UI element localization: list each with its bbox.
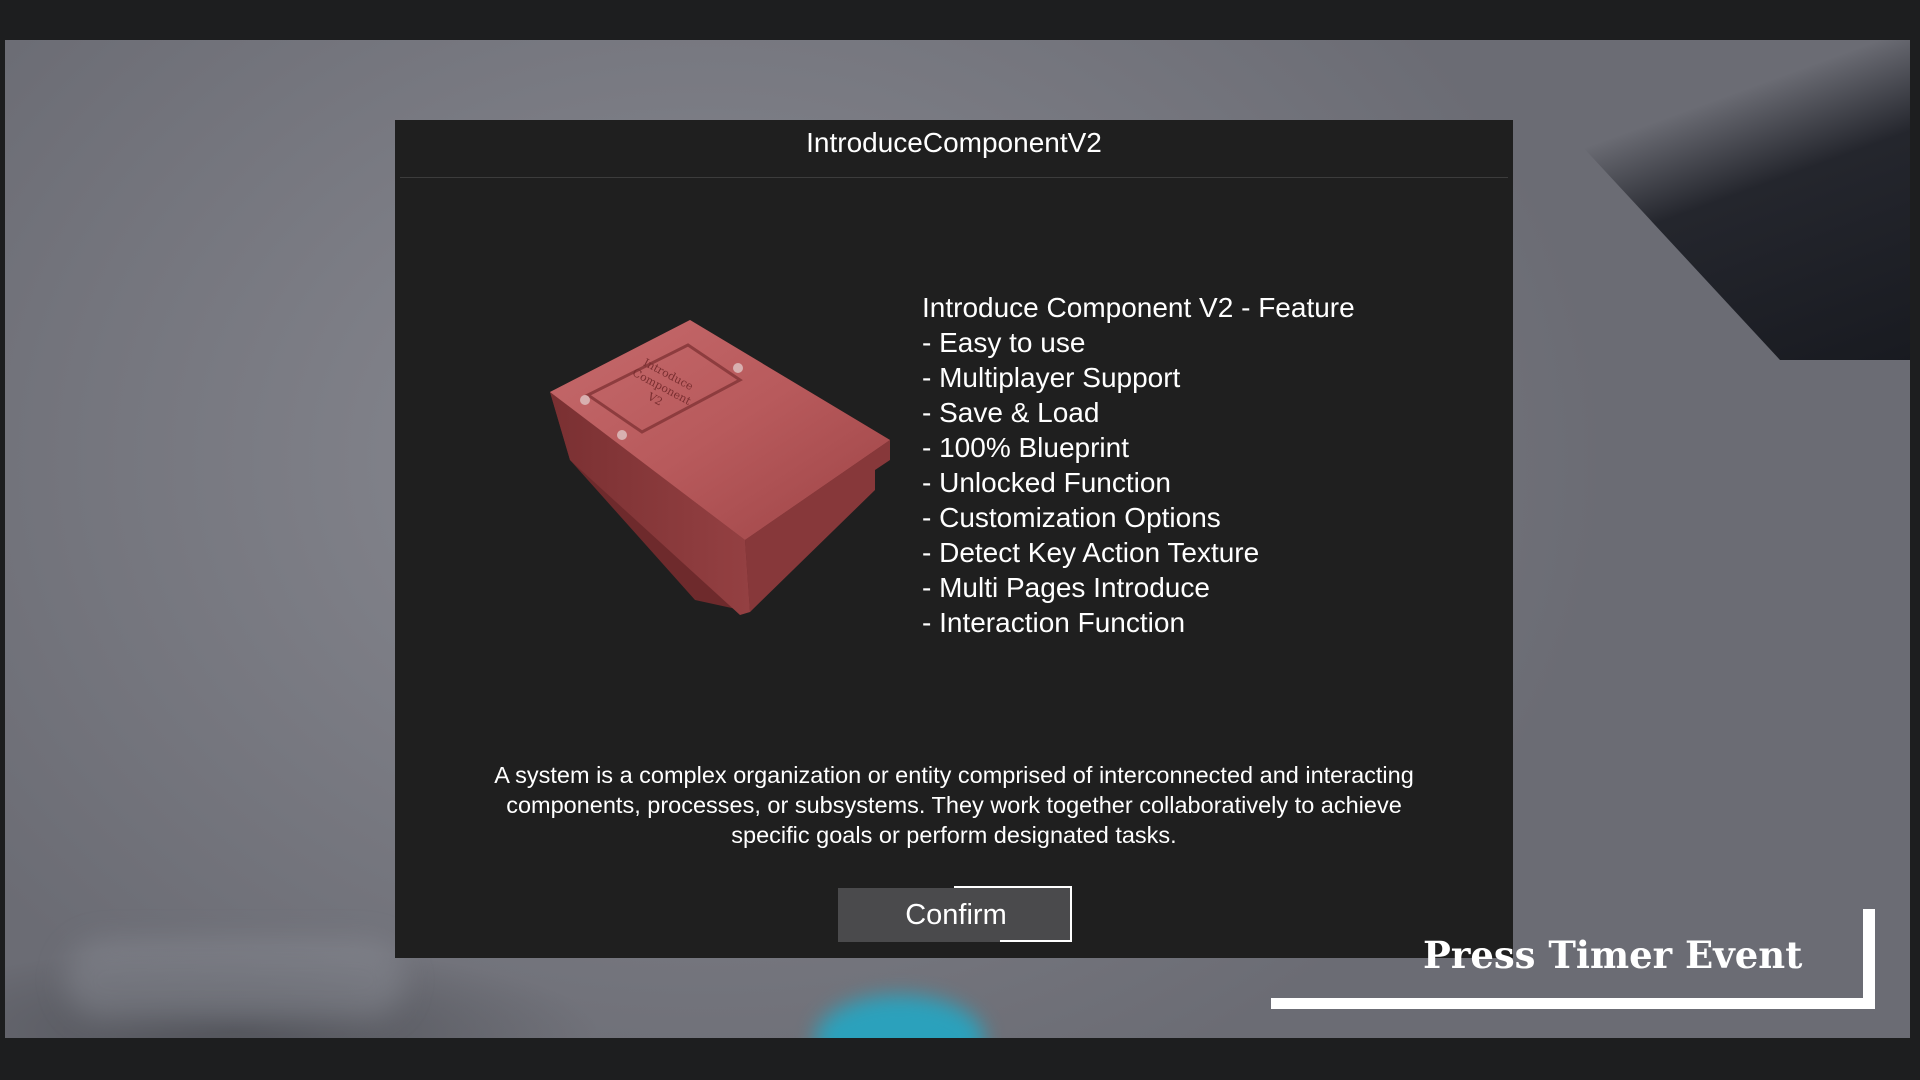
feature-item: - Unlocked Function [922,467,1172,498]
feature-item: - Multiplayer Support [922,362,1181,393]
feature-item: - Interaction Function [922,607,1186,638]
feature-item: - Detect Key Action Texture [922,537,1260,568]
feature-list: Introduce Component V2 - Feature - Easy … [922,290,1355,640]
feature-item: - Multi Pages Introduce [922,572,1210,603]
book-icon: Introduce Component V2 [550,320,890,615]
feature-item: - 100% Blueprint [922,432,1130,463]
confirm-button[interactable]: Confirm [838,888,1070,942]
dialog-title: IntroduceComponentV2 [806,127,1102,158]
press-timer-event-label: Press Timer Event [1423,933,1803,977]
confirm-focus-bracket-bottom [1000,940,1072,942]
feature-item: - Easy to use [922,327,1086,358]
scene-blue-glow [815,995,985,1038]
title-divider [400,177,1508,178]
timer-bracket-vertical [1863,909,1875,1009]
dialog-description: A system is a complex organization or en… [494,762,1414,848]
introduce-dialog: IntroduceComponentV2 Introduce Component… [395,120,1513,958]
confirm-focus-bracket-top [954,886,1072,888]
feature-item: - Save & Load [922,397,1100,428]
feature-heading: Introduce Component V2 - Feature [922,292,1355,323]
timer-bracket-horizontal [1271,998,1875,1009]
feature-item: - Customization Options [922,502,1221,533]
confirm-focus-bracket-right [1070,886,1072,942]
scene-blurred-object [65,940,405,1020]
